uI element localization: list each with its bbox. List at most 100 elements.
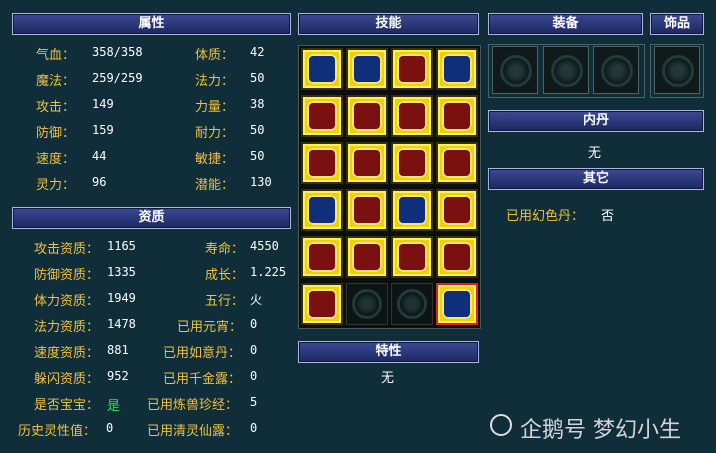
skills-header: 技能 <box>298 13 479 35</box>
wings-skill-icon <box>307 54 337 84</box>
skull-skill-icon <box>397 54 427 84</box>
attribute-label: 耐力： <box>195 126 235 141</box>
lightning-skill-icon <box>442 195 472 225</box>
equipment-header: 装备 <box>488 13 643 35</box>
skill-slot[interactable] <box>301 142 343 184</box>
aptitude-label: 躲闪资质： <box>34 372 100 387</box>
skill-slot[interactable] <box>301 95 343 137</box>
empty-slot-icon <box>662 55 694 87</box>
skill-slot[interactable] <box>346 48 388 90</box>
return-skill-icon <box>442 101 472 131</box>
aptitude-label: 已用元宵： <box>177 320 243 335</box>
aptitude-value: 是 <box>107 399 121 414</box>
sun-spirit-skill-icon <box>352 195 382 225</box>
skill-slot[interactable] <box>346 142 388 184</box>
blessing-skill-icon <box>352 54 382 84</box>
question-skill-icon <box>442 54 472 84</box>
skill-slot[interactable] <box>301 189 343 231</box>
attribute-value: 44 <box>92 149 107 163</box>
aptitude-value: 0 <box>250 421 258 435</box>
attribute-label: 力量： <box>195 100 235 115</box>
skill-slot[interactable] <box>391 95 433 137</box>
accessory-slot[interactable] <box>654 46 700 94</box>
skill-slot[interactable] <box>436 236 478 278</box>
aptitude-value: 881 <box>107 343 129 357</box>
attribute-label: 攻击： <box>36 100 76 115</box>
skill-slot[interactable] <box>391 48 433 90</box>
empty-slot-icon <box>352 289 382 319</box>
skill-slot[interactable] <box>436 95 478 137</box>
accessory-slots <box>650 44 704 98</box>
attribute-label: 气血： <box>36 48 76 63</box>
aptitude-label: 历史灵性值： <box>18 424 97 439</box>
skill-slot[interactable] <box>391 189 433 231</box>
skill-slot[interactable] <box>301 283 343 325</box>
aptitude-label: 是否宝宝： <box>34 398 100 413</box>
aptitude-label: 攻击资质： <box>34 242 100 257</box>
attribute-value: 159 <box>92 123 114 137</box>
skill-slot[interactable] <box>346 236 388 278</box>
aptitude-label: 已用清灵仙露： <box>147 424 239 439</box>
aptitude-value: 火 <box>250 293 263 307</box>
attribute-value: 358/358 <box>92 45 143 59</box>
skill-slot[interactable] <box>346 95 388 137</box>
timer-skill-icon <box>307 195 337 225</box>
other-value: 否 <box>601 209 615 224</box>
attribute-value: 38 <box>250 97 265 111</box>
wave-skill-icon <box>442 289 472 319</box>
attribute-value: 50 <box>250 149 265 163</box>
attribute-value: 130 <box>250 175 272 189</box>
attribute-label: 魔法： <box>36 74 76 89</box>
attribute-value: 96 <box>92 175 107 189</box>
aptitude-label: 已用炼兽珍经： <box>147 398 239 413</box>
accessory-header: 饰品 <box>650 13 704 35</box>
equipment-slot-2[interactable] <box>543 46 589 94</box>
aptitude-label: 成长： <box>205 268 245 283</box>
skill-slot[interactable] <box>391 142 433 184</box>
skill-slot[interactable] <box>301 236 343 278</box>
empty-slot-icon <box>500 55 532 87</box>
skill-slot[interactable] <box>436 48 478 90</box>
skill-grid <box>298 45 481 329</box>
attribute-label: 潜能： <box>195 178 235 193</box>
aptitude-label: 体力资质： <box>34 294 100 309</box>
penguin-icon <box>490 414 512 436</box>
skill-slot[interactable] <box>346 189 388 231</box>
empty-slot-icon <box>601 55 633 87</box>
skill-slot-empty[interactable] <box>346 283 388 325</box>
aptitude-label: 已用如意丹： <box>163 346 242 361</box>
equipment-slot-1[interactable] <box>492 46 538 94</box>
inner-dan-header: 内丹 <box>488 110 704 132</box>
equipment-slot-3[interactable] <box>593 46 639 94</box>
aptitude-label: 五行： <box>205 294 245 309</box>
guardian-skill-icon <box>307 242 337 272</box>
attribute-value: 42 <box>250 45 265 59</box>
aptitude-header: 资质 <box>12 207 291 229</box>
skill-slot[interactable] <box>436 142 478 184</box>
aptitude-value: 4550 <box>250 239 279 253</box>
hourglass-frame-skill-icon <box>397 148 427 178</box>
attribute-value: 149 <box>92 97 114 111</box>
traits-header: 特性 <box>298 341 479 363</box>
sword-skill-icon <box>397 242 427 272</box>
grid-skill-icon <box>397 101 427 131</box>
aptitude-value: 1165 <box>107 239 136 253</box>
skill-slot[interactable] <box>301 48 343 90</box>
skill-slot[interactable] <box>391 236 433 278</box>
other-label: 已用幻色丹： <box>506 209 585 224</box>
attribute-value: 50 <box>250 71 265 85</box>
aptitude-label: 已用千金露： <box>163 372 242 387</box>
flame-skill-icon <box>352 242 382 272</box>
skill-slot-empty[interactable] <box>391 283 433 325</box>
equipment-slots <box>488 44 645 98</box>
attribute-label: 法力： <box>195 74 235 89</box>
sunburst-skill-icon <box>307 289 337 319</box>
aptitude-value: 0 <box>250 343 258 357</box>
attribute-label: 速度： <box>36 152 76 167</box>
aptitude-value: 0 <box>250 317 258 331</box>
skill-slot[interactable] <box>436 283 478 325</box>
aptitude-label: 防御资质： <box>34 268 100 283</box>
slash-skill-icon <box>307 148 337 178</box>
attribute-label: 体质： <box>195 48 235 63</box>
skill-slot[interactable] <box>436 189 478 231</box>
